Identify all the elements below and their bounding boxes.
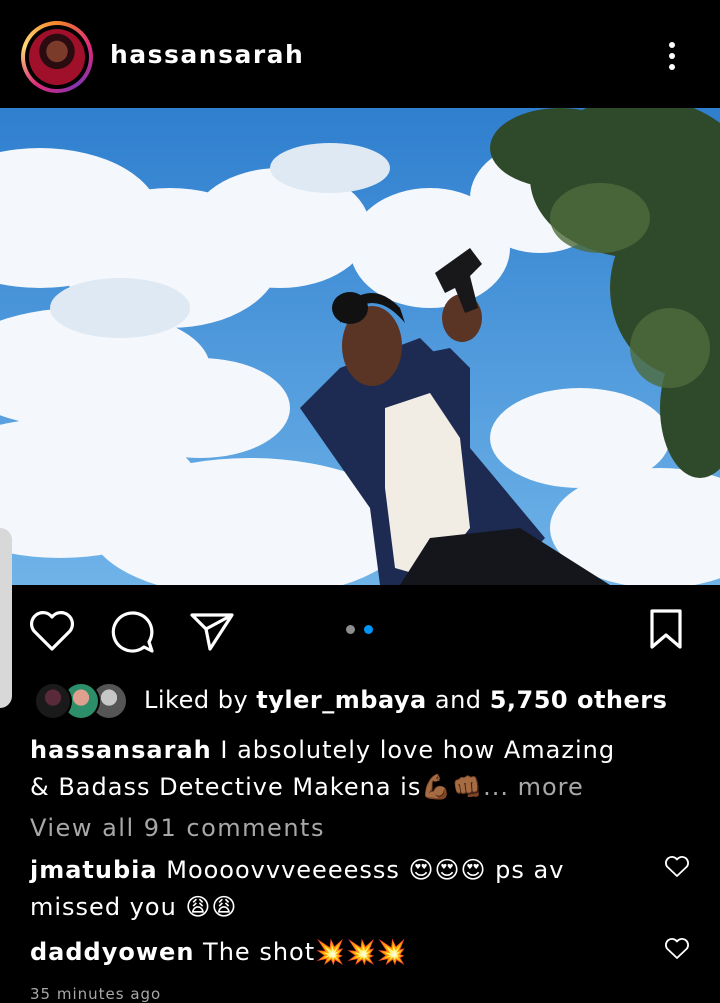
comment-item: daddyowen The shot💥💥💥 <box>30 934 620 971</box>
bookmark-icon[interactable] <box>646 607 686 655</box>
top-liker-link[interactable]: tyler_mbaya <box>256 686 426 714</box>
avatar <box>34 682 72 720</box>
likes-row[interactable]: Liked by tyler_mbaya and 5,750 others <box>0 678 720 722</box>
post-caption: hassansarah I absolutely love how Amazin… <box>30 732 630 806</box>
caption-username[interactable]: hassansarah <box>30 736 212 764</box>
comment-username[interactable]: jmatubia <box>30 856 158 884</box>
likes-count-link[interactable]: 5,750 others <box>490 686 668 714</box>
heart-outline-icon[interactable] <box>28 609 76 657</box>
story-ring-avatar[interactable] <box>21 21 93 93</box>
likes-text: Liked by tyler_mbaya and 5,750 others <box>144 686 667 714</box>
carousel-dot <box>364 625 373 634</box>
speech-bubble-icon[interactable] <box>108 609 156 659</box>
comment-text: The shot💥💥💥 <box>203 938 408 966</box>
post-username[interactable]: hassansarah <box>110 40 304 69</box>
comment-like-icon[interactable] <box>664 937 690 965</box>
comment-username[interactable]: daddyowen <box>30 938 194 966</box>
post-action-bar <box>0 585 720 675</box>
post-header: hassansarah <box>0 0 720 108</box>
paper-plane-icon[interactable] <box>188 609 236 657</box>
likes-joiner: and <box>434 686 482 714</box>
caption-more-link[interactable]: ... more <box>483 773 584 801</box>
comment-like-icon[interactable] <box>664 855 690 883</box>
view-all-comments-link[interactable]: View all 91 comments <box>30 814 325 842</box>
more-options-icon[interactable] <box>660 36 684 76</box>
carousel-dot <box>346 625 355 634</box>
carousel-indicator <box>344 625 376 635</box>
avatar <box>29 29 85 85</box>
likes-prefix: Liked by <box>144 686 249 714</box>
comment-item: jmatubia Moooovvveeeesss 😍😍😍 ps av misse… <box>30 852 620 926</box>
post-timestamp: 35 minutes ago <box>30 985 162 1003</box>
post-photo[interactable] <box>0 108 720 585</box>
